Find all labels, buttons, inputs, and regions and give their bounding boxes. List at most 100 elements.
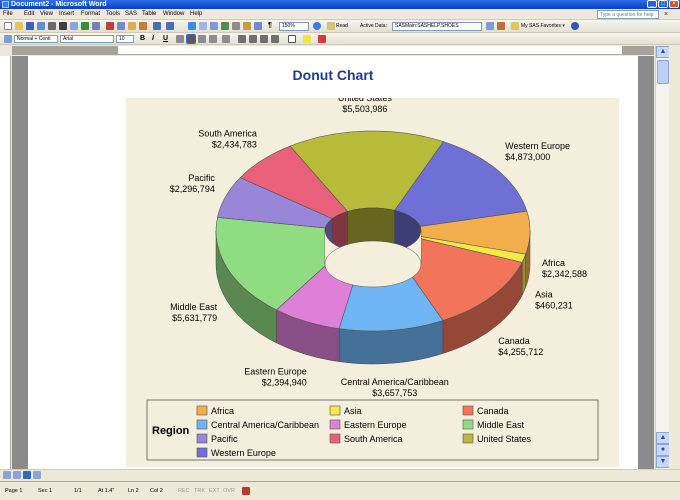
copy-icon[interactable]	[117, 22, 125, 30]
styles-formatting-icon[interactable]	[4, 35, 12, 43]
email-icon[interactable]	[48, 22, 56, 30]
paste-icon[interactable]	[128, 22, 136, 30]
save-icon[interactable]	[26, 22, 34, 30]
bold-button[interactable]: B	[140, 34, 145, 43]
justify-icon[interactable]	[209, 35, 217, 43]
vertical-ruler[interactable]	[0, 56, 11, 469]
document-area: Donut Chart Africa$2,342,588Asia$460,231…	[12, 56, 654, 469]
undo-icon[interactable]	[153, 22, 161, 30]
read-button[interactable]: Read	[336, 22, 348, 31]
outline-view-icon[interactable]	[33, 471, 41, 479]
font-select[interactable]: Arial	[60, 35, 114, 43]
read-icon[interactable]	[327, 22, 335, 30]
slice-value-eastern-europe: $2,394,940	[262, 377, 307, 387]
print-icon[interactable]	[59, 22, 67, 30]
horizontal-ruler[interactable]	[12, 46, 654, 55]
sas-tasks-icon[interactable]	[497, 22, 505, 30]
menu-tools[interactable]: Tools	[106, 9, 120, 20]
legend-title: Region	[152, 425, 190, 437]
new-document-icon[interactable]	[4, 22, 12, 30]
italic-button[interactable]: I	[152, 34, 154, 43]
close-document-button[interactable]: ×	[664, 10, 668, 19]
tables-borders-icon[interactable]	[199, 22, 207, 30]
web-layout-view-icon[interactable]	[13, 471, 21, 479]
standard-toolbar: ¶ 150% Read Active Data: SASMain:SASHELP…	[0, 20, 680, 33]
status-trk[interactable]: TRK	[194, 482, 205, 500]
menu-sas[interactable]: SAS	[125, 9, 137, 20]
sas-help-icon[interactable]	[571, 22, 579, 30]
active-data-select[interactable]: SASMain:SASHELP.SHOES	[392, 22, 482, 31]
status-ext[interactable]: EXT	[209, 482, 220, 500]
next-page-button[interactable]: ▼	[656, 456, 670, 468]
menu-file[interactable]: File	[3, 9, 13, 20]
insert-excel-icon[interactable]	[221, 22, 229, 30]
minimize-button[interactable]: _	[647, 0, 657, 8]
status-at: At 1.4"	[98, 482, 114, 500]
menu-edit[interactable]: Edit	[24, 9, 34, 20]
status-column: Col 2	[150, 482, 163, 500]
horizontal-scrollbar[interactable]	[0, 469, 680, 480]
numbering-icon[interactable]	[238, 35, 246, 43]
scroll-thumb[interactable]	[657, 60, 669, 84]
font-color-icon[interactable]	[318, 35, 326, 43]
zoom-select[interactable]: 150%	[279, 22, 309, 31]
slice-value-united-states: $5,503,986	[342, 104, 387, 114]
open-folder-icon[interactable]	[15, 22, 23, 30]
menu-insert[interactable]: Insert	[59, 9, 74, 20]
legend-swatch-western-europe	[197, 448, 207, 457]
columns-icon[interactable]	[232, 22, 240, 30]
maximize-button[interactable]: □	[658, 0, 668, 8]
redo-icon[interactable]	[166, 22, 174, 30]
menu-window[interactable]: Window	[163, 9, 184, 20]
hyperlink-icon[interactable]	[188, 22, 196, 30]
borders-icon[interactable]	[288, 35, 296, 43]
menu-format[interactable]: Format	[81, 9, 100, 20]
scroll-up-button[interactable]: ▲	[656, 46, 670, 58]
legend-swatch-africa	[197, 406, 207, 415]
menu-table[interactable]: Table	[142, 9, 156, 20]
favorites-folder-icon[interactable]	[511, 22, 519, 30]
research-icon[interactable]	[92, 22, 100, 30]
menu-help[interactable]: Help	[190, 9, 202, 20]
print-layout-view-icon[interactable]	[23, 471, 31, 479]
help-icon[interactable]	[313, 22, 321, 30]
cut-icon[interactable]	[106, 22, 114, 30]
legend-label-africa: Africa	[211, 406, 234, 416]
drawing-icon[interactable]	[243, 22, 251, 30]
select-browse-object-button[interactable]: ●	[656, 444, 670, 456]
document-page[interactable]: Donut Chart Africa$2,342,588Asia$460,231…	[28, 56, 638, 469]
font-size-select[interactable]: 10	[116, 35, 134, 43]
bullets-icon[interactable]	[249, 35, 257, 43]
previous-page-button[interactable]: ▲	[656, 432, 670, 444]
align-center-icon[interactable]	[187, 35, 195, 43]
underline-button[interactable]: U	[163, 34, 168, 43]
increase-indent-icon[interactable]	[271, 35, 279, 43]
close-button[interactable]: ×	[669, 0, 679, 8]
style-select[interactable]: Normal + Centi	[14, 35, 58, 43]
print-preview-icon[interactable]	[70, 22, 78, 30]
highlight-icon[interactable]	[303, 35, 311, 43]
legend-label-asia: Asia	[344, 406, 362, 416]
vertical-scrollbar[interactable]: ▲ ▲ ● ▼	[655, 46, 669, 469]
status-rec[interactable]: REC	[178, 482, 190, 500]
spelling-icon[interactable]	[81, 22, 89, 30]
line-spacing-icon[interactable]	[222, 35, 230, 43]
permission-icon[interactable]	[37, 22, 45, 30]
insert-table-icon[interactable]	[210, 22, 218, 30]
normal-view-icon[interactable]	[3, 471, 11, 479]
show-hide-pilcrow-icon[interactable]: ¶	[268, 21, 272, 30]
decrease-indent-icon[interactable]	[260, 35, 268, 43]
spelling-status-icon[interactable]	[242, 487, 250, 495]
status-ovr[interactable]: OVR	[223, 482, 235, 500]
align-left-icon[interactable]	[176, 35, 184, 43]
help-search-input[interactable]: Type a question for help	[597, 10, 659, 19]
format-painter-icon[interactable]	[139, 22, 147, 30]
document-map-icon[interactable]	[254, 22, 262, 30]
slice-name-central-america-caribbean: Central America/Caribbean	[341, 377, 449, 387]
legend-swatch-asia	[330, 406, 340, 415]
menu-view[interactable]: View	[40, 9, 53, 20]
slice-value-asia: $460,231	[535, 300, 573, 310]
sas-refresh-icon[interactable]	[486, 22, 494, 30]
align-right-icon[interactable]	[198, 35, 206, 43]
my-sas-favorites-menu[interactable]: My SAS Favorites ▾	[521, 22, 565, 31]
